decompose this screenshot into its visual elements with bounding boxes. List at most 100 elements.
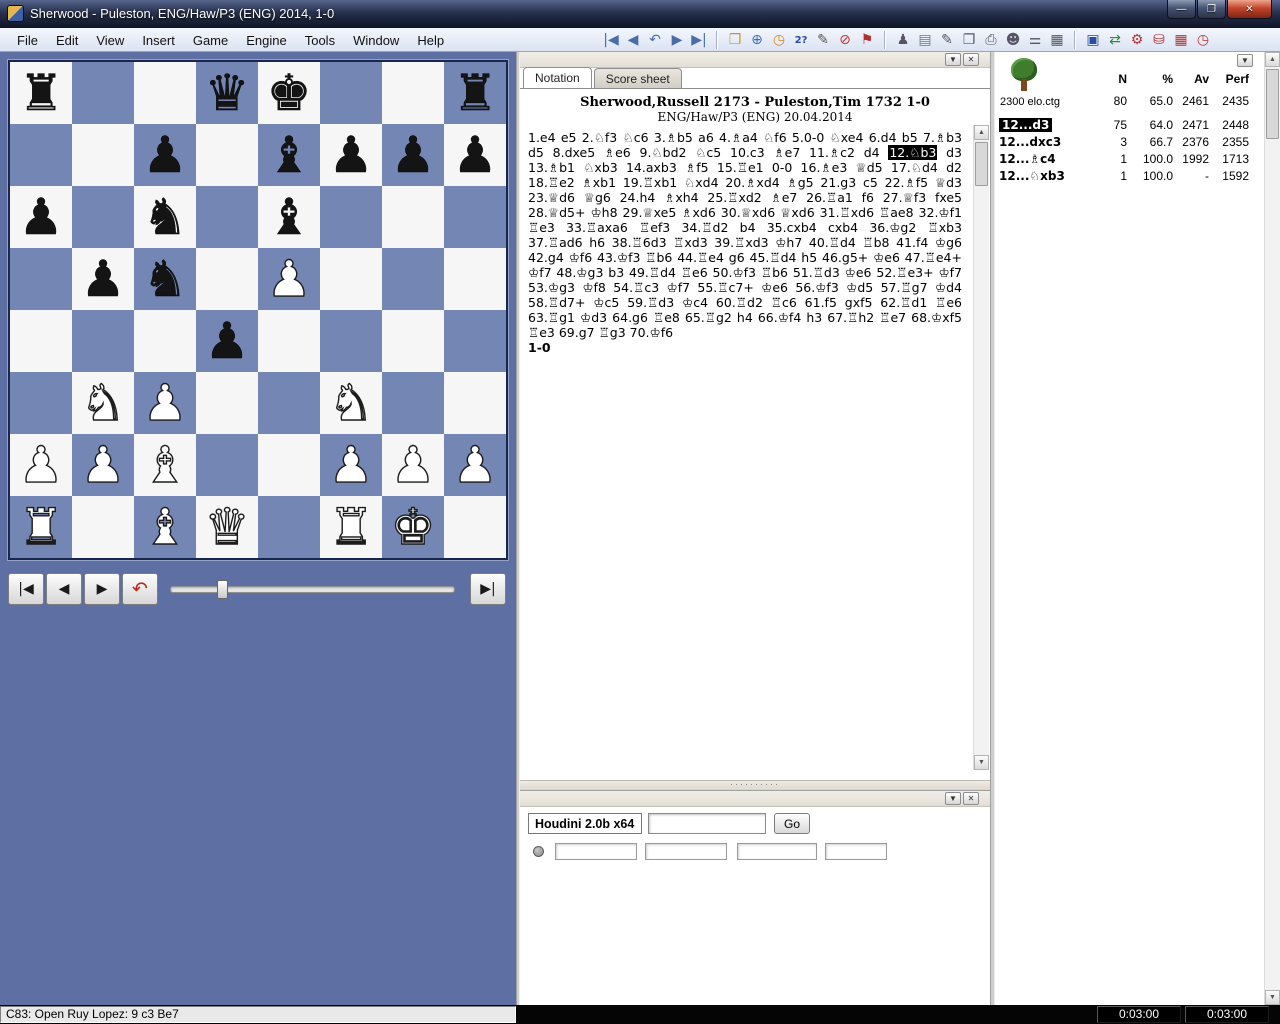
black-queen[interactable]: ♛ bbox=[204, 68, 249, 118]
tree-move[interactable]: 12...♘xb3 bbox=[999, 169, 1079, 183]
square-g6[interactable] bbox=[382, 186, 444, 248]
current-move[interactable]: 12.♘b3 bbox=[888, 145, 938, 160]
black-pawn[interactable]: ♟ bbox=[18, 192, 63, 242]
red-board-icon[interactable]: ▦ bbox=[1170, 30, 1192, 50]
tree-menu-button[interactable]: ▼ bbox=[1237, 54, 1253, 67]
square-d4[interactable]: ♟ bbox=[196, 310, 258, 372]
flag-icon[interactable]: ⚑ bbox=[856, 30, 878, 50]
go-button[interactable]: Go bbox=[774, 813, 810, 834]
black-pawn[interactable]: ♟ bbox=[142, 130, 187, 180]
print-icon[interactable]: ⎙ bbox=[980, 30, 1002, 50]
tree-row[interactable]: 12...♗c4 1 100.0 1992 1713 bbox=[999, 150, 1251, 167]
square-f2[interactable]: ♟ bbox=[320, 434, 382, 496]
square-e8[interactable]: ♚ bbox=[258, 62, 320, 124]
square-c1[interactable]: ♝ bbox=[134, 496, 196, 558]
square-c7[interactable]: ♟ bbox=[134, 124, 196, 186]
square-a5[interactable] bbox=[10, 248, 72, 310]
tree-row[interactable]: 12...d3 75 64.0 2471 2448 bbox=[999, 116, 1251, 133]
black-pawn[interactable]: ♟ bbox=[328, 130, 373, 180]
scroll-down-icon[interactable]: ▼ bbox=[974, 755, 989, 770]
menu-window[interactable]: Window bbox=[344, 30, 408, 51]
goto-end-icon[interactable]: ▶| bbox=[688, 30, 710, 50]
square-f4[interactable] bbox=[320, 310, 382, 372]
menu-tools[interactable]: Tools bbox=[296, 30, 344, 51]
square-d5[interactable] bbox=[196, 248, 258, 310]
white-pawn[interactable]: ♟ bbox=[18, 439, 64, 490]
col-perf[interactable]: Perf bbox=[1209, 72, 1249, 86]
board-grid-icon[interactable]: ▦ bbox=[1046, 30, 1068, 50]
forward-icon[interactable]: ▶ bbox=[666, 30, 688, 50]
square-f1[interactable]: ♜ bbox=[320, 496, 382, 558]
tree-move[interactable]: 12...♗c4 bbox=[999, 152, 1079, 166]
annotate-pencil-icon[interactable]: ✎ bbox=[812, 30, 834, 50]
white-rook[interactable]: ♜ bbox=[328, 501, 374, 552]
square-d2[interactable] bbox=[196, 434, 258, 496]
board-goto-end-button[interactable]: ▶| bbox=[470, 573, 506, 605]
move-slider[interactable] bbox=[170, 580, 455, 599]
tab-notation[interactable]: Notation bbox=[523, 67, 592, 88]
scroll-down-icon[interactable]: ▼ bbox=[1265, 990, 1280, 1005]
white-rook[interactable]: ♜ bbox=[18, 501, 64, 552]
square-b2[interactable]: ♟ bbox=[72, 434, 134, 496]
square-a1[interactable]: ♜ bbox=[10, 496, 72, 558]
square-f6[interactable] bbox=[320, 186, 382, 248]
board-forward-button[interactable]: ▶ bbox=[84, 573, 120, 605]
tree-scrollbar[interactable]: ▲ ▼ bbox=[1264, 52, 1280, 1005]
red-clock-icon[interactable]: ◷ bbox=[1192, 30, 1214, 50]
player-info-icon[interactable]: ☻ bbox=[1002, 30, 1024, 50]
black-rook[interactable]: ♜ bbox=[452, 68, 497, 118]
square-c2[interactable]: ♝ bbox=[134, 434, 196, 496]
col-av[interactable]: Av bbox=[1173, 72, 1209, 86]
black-bishop[interactable]: ♝ bbox=[266, 130, 311, 180]
move-slider-thumb[interactable] bbox=[217, 580, 228, 599]
back-icon[interactable]: ◀ bbox=[622, 30, 644, 50]
black-pawn[interactable]: ♟ bbox=[204, 316, 249, 366]
black-pawn[interactable]: ♟ bbox=[390, 130, 435, 180]
col-pct[interactable]: % bbox=[1127, 72, 1173, 86]
engine-name-box[interactable]: Houdini 2.0b x64 bbox=[528, 813, 642, 834]
square-c5[interactable]: ♞ bbox=[134, 248, 196, 310]
square-d7[interactable] bbox=[196, 124, 258, 186]
white-knight[interactable]: ♞ bbox=[80, 377, 126, 428]
scroll-up-icon[interactable]: ▲ bbox=[974, 125, 989, 140]
black-knight[interactable]: ♞ bbox=[142, 192, 187, 242]
square-d3[interactable] bbox=[196, 372, 258, 434]
tree-move[interactable]: 12...dxc3 bbox=[999, 135, 1079, 149]
goto-start-icon[interactable]: |◀ bbox=[600, 30, 622, 50]
menu-insert[interactable]: Insert bbox=[133, 30, 184, 51]
square-b3[interactable]: ♞ bbox=[72, 372, 134, 434]
square-c3[interactable]: ♟ bbox=[134, 372, 196, 434]
training-icon[interactable]: 2? bbox=[790, 30, 812, 50]
square-e5[interactable]: ♟ bbox=[258, 248, 320, 310]
square-c8[interactable] bbox=[134, 62, 196, 124]
notation-scroll-thumb[interactable] bbox=[975, 142, 988, 186]
board-goto-start-button[interactable]: |◀ bbox=[8, 573, 44, 605]
square-a8[interactable]: ♜ bbox=[10, 62, 72, 124]
square-e3[interactable] bbox=[258, 372, 320, 434]
square-e4[interactable] bbox=[258, 310, 320, 372]
menu-file[interactable]: File bbox=[8, 30, 47, 51]
square-c4[interactable] bbox=[134, 310, 196, 372]
tab-score-sheet[interactable]: Score sheet bbox=[593, 68, 682, 88]
square-e7[interactable]: ♝ bbox=[258, 124, 320, 186]
square-a4[interactable] bbox=[10, 310, 72, 372]
material-columns-icon[interactable]: ⚌ bbox=[1024, 30, 1046, 50]
tree-scroll-thumb[interactable] bbox=[1266, 69, 1279, 139]
square-a6[interactable]: ♟ bbox=[10, 186, 72, 248]
square-a3[interactable] bbox=[10, 372, 72, 434]
maximize-button[interactable]: ❐ bbox=[1197, 0, 1226, 19]
square-h7[interactable]: ♟ bbox=[444, 124, 506, 186]
square-b5[interactable]: ♟ bbox=[72, 248, 134, 310]
white-queen[interactable]: ♛ bbox=[204, 501, 250, 552]
globe-icon[interactable]: ⊕ bbox=[746, 30, 768, 50]
square-b6[interactable] bbox=[72, 186, 134, 248]
square-g5[interactable] bbox=[382, 248, 444, 310]
black-bishop[interactable]: ♝ bbox=[266, 192, 311, 242]
new-board-window-icon[interactable]: ❐ bbox=[958, 30, 980, 50]
close-button[interactable]: ✕ bbox=[1227, 0, 1272, 19]
move-list[interactable]: 1.e4 e5 2.♘f3 ♘c6 3.♗b5 a6 4.♗a4 ♘f6 5.0… bbox=[520, 130, 990, 340]
engine-command-input[interactable] bbox=[648, 813, 766, 834]
square-g2[interactable]: ♟ bbox=[382, 434, 444, 496]
square-b1[interactable] bbox=[72, 496, 134, 558]
no-entry-icon[interactable]: ⊘ bbox=[834, 30, 856, 50]
